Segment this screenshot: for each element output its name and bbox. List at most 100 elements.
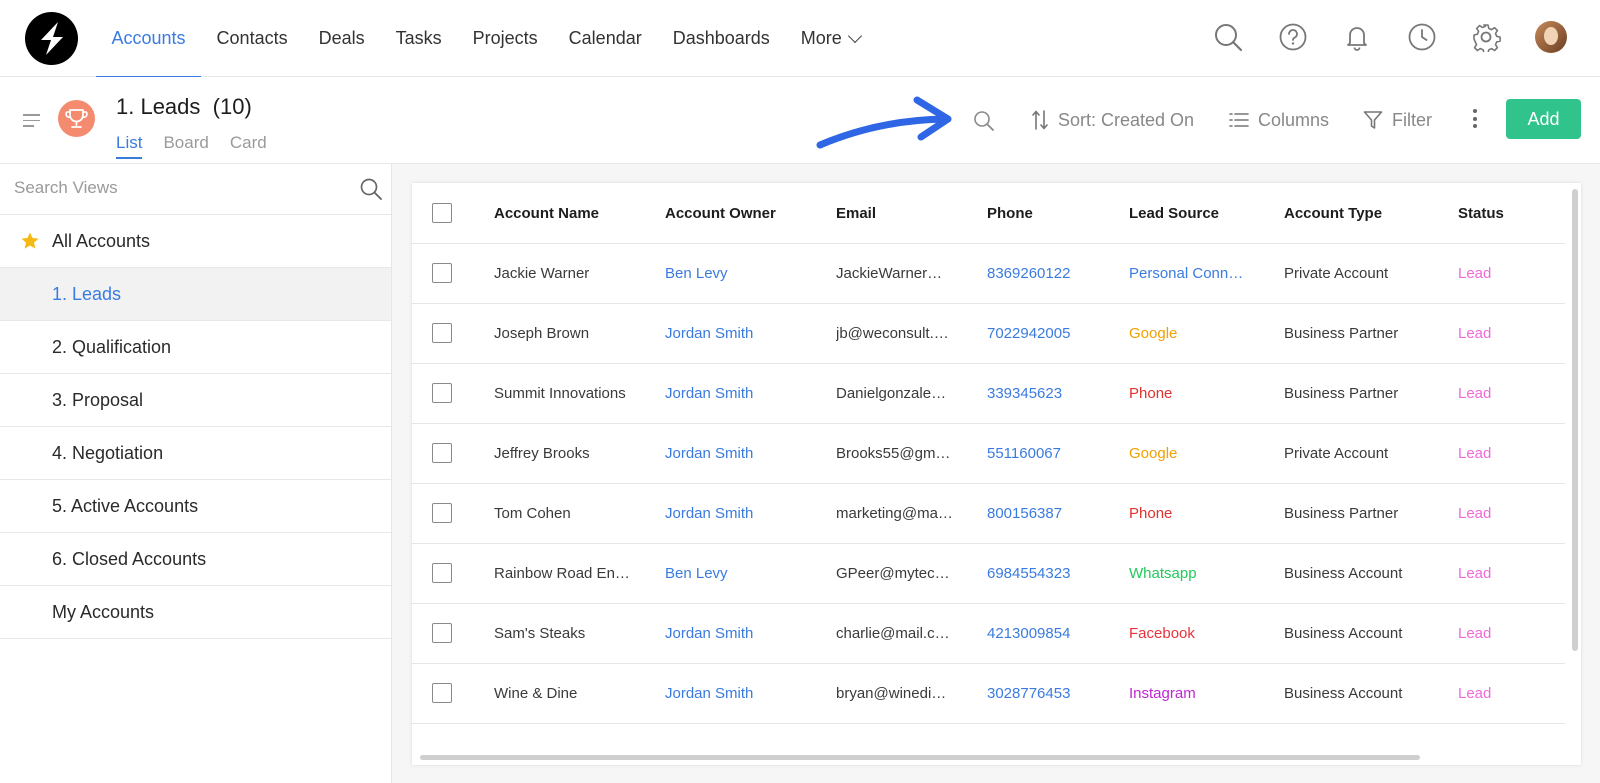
sidebar-item[interactable]: 4. Negotiation bbox=[0, 427, 391, 480]
sidebar-item[interactable]: 5. Active Accounts bbox=[0, 480, 391, 533]
row-checkbox[interactable] bbox=[432, 563, 452, 583]
row-checkbox[interactable] bbox=[432, 383, 452, 403]
column-header[interactable]: Status bbox=[1458, 183, 1548, 244]
tab-card[interactable]: Card bbox=[230, 133, 267, 159]
table-row[interactable]: Summit Innovations Jordan Smith Danielgonz… bbox=[412, 363, 1565, 424]
account-name-cell[interactable]: Tom Cohen bbox=[494, 483, 644, 544]
account-owner-cell[interactable]: Jordan Smith bbox=[665, 663, 815, 724]
account-owner-cell[interactable]: Ben Levy bbox=[665, 543, 815, 604]
email-cell: Brooks55@gm… bbox=[836, 445, 951, 462]
account-name-cell[interactable]: Wine & Dine bbox=[494, 663, 644, 724]
lead-source-cell: Personal Conn… bbox=[1129, 265, 1244, 282]
table-row[interactable]: Jeffrey Brooks Jordan Smith Brooks55@gm… 55… bbox=[412, 423, 1565, 484]
account-name-cell[interactable]: Jackie Warner bbox=[494, 243, 644, 304]
column-header[interactable]: Email bbox=[836, 183, 971, 244]
vertical-scrollbar[interactable] bbox=[1572, 189, 1578, 651]
sidebar-item[interactable]: 3. Proposal bbox=[0, 374, 391, 427]
account-type-cell: Private Account bbox=[1284, 265, 1389, 282]
clock-icon[interactable] bbox=[1407, 22, 1437, 52]
phone-cell[interactable]: 4213009854 bbox=[987, 603, 1117, 664]
account-owner-cell[interactable]: Jordan Smith bbox=[665, 483, 815, 544]
sort-button[interactable]: Sort: Created On bbox=[1031, 106, 1194, 134]
search-views-input[interactable]: Search Views bbox=[0, 164, 391, 215]
chevron-down-icon bbox=[847, 28, 862, 43]
help-icon[interactable] bbox=[1278, 22, 1308, 52]
row-checkbox[interactable] bbox=[432, 503, 452, 523]
table-row[interactable]: Jackie Warner Ben Levy JackieWarner… 836926… bbox=[412, 243, 1565, 304]
account-owner-cell[interactable]: Jordan Smith bbox=[665, 303, 815, 364]
sidebar-item[interactable]: My Accounts bbox=[0, 586, 391, 639]
account-owner-cell[interactable]: Jordan Smith bbox=[665, 603, 815, 664]
nav-item-projects[interactable]: Projects bbox=[457, 0, 553, 77]
menu-toggle-icon[interactable] bbox=[23, 114, 40, 131]
row-checkbox[interactable] bbox=[432, 623, 452, 643]
row-checkbox[interactable] bbox=[432, 263, 452, 283]
nav-item-tasks[interactable]: Tasks bbox=[380, 0, 457, 77]
view-header: 1. Leads (10) List Board Card bbox=[0, 77, 1600, 164]
lead-source-cell: Google bbox=[1129, 325, 1178, 342]
email-cell: GPeer@mytec… bbox=[836, 565, 950, 582]
account-owner-cell[interactable]: Jordan Smith bbox=[665, 363, 815, 424]
column-header[interactable]: Account Name bbox=[494, 183, 644, 244]
phone-cell[interactable]: 7022942005 bbox=[987, 303, 1117, 364]
bell-icon[interactable] bbox=[1342, 22, 1372, 52]
phone-cell[interactable]: 339345623 bbox=[987, 363, 1117, 424]
sidebar-item[interactable]: 1. Leads bbox=[0, 268, 391, 321]
lead-source-cell: Phone bbox=[1129, 385, 1173, 402]
table-row[interactable]: Rainbow Road En… Ben Levy GPeer@mytec… 6984… bbox=[412, 543, 1565, 604]
nav-item-dashboards[interactable]: Dashboards bbox=[657, 0, 785, 77]
account-name-cell[interactable]: Joseph Brown bbox=[494, 303, 644, 364]
table-row[interactable]: Tom Cohen Jordan Smith marketing@ma… 800156… bbox=[412, 483, 1565, 544]
nav-item-more[interactable]: More bbox=[785, 0, 875, 77]
table-row[interactable]: Sam's Steaks Jordan Smith charlie@mail.c… 4… bbox=[412, 603, 1565, 664]
account-name-cell[interactable]: Rainbow Road En… bbox=[494, 543, 644, 604]
lead-source-cell: Google bbox=[1129, 445, 1178, 462]
phone-cell[interactable]: 3028776453 bbox=[987, 663, 1117, 724]
email-cell: JackieWarner… bbox=[836, 265, 943, 282]
account-owner-cell[interactable]: Ben Levy bbox=[665, 243, 815, 304]
phone-cell[interactable]: 6984554323 bbox=[987, 543, 1117, 604]
row-checkbox[interactable] bbox=[432, 443, 452, 463]
tab-board[interactable]: Board bbox=[163, 133, 208, 159]
sidebar-item[interactable]: All Accounts bbox=[0, 215, 391, 268]
nav-item-deals[interactable]: Deals bbox=[303, 0, 380, 77]
logo-icon[interactable] bbox=[25, 12, 78, 65]
email-cell: Danielgonzale… bbox=[836, 385, 947, 402]
sidebar-item[interactable]: 2. Qualification bbox=[0, 321, 391, 374]
kebab-icon[interactable] bbox=[1470, 109, 1480, 131]
column-header[interactable]: Account Owner bbox=[665, 183, 815, 244]
search-icon[interactable] bbox=[1213, 22, 1243, 52]
horizontal-scrollbar[interactable] bbox=[420, 755, 1420, 760]
column-header[interactable]: Account Type bbox=[1284, 183, 1444, 244]
search-icon[interactable] bbox=[973, 110, 995, 132]
phone-cell[interactable]: 551160067 bbox=[987, 423, 1117, 484]
account-name-cell[interactable]: Sam's Steaks bbox=[494, 603, 644, 664]
columns-button[interactable]: Columns bbox=[1229, 106, 1329, 134]
table-row[interactable]: Wine & Dine Jordan Smith bryan@winedi… 3028… bbox=[412, 663, 1565, 724]
add-button[interactable]: Add bbox=[1506, 99, 1581, 139]
row-checkbox[interactable] bbox=[432, 683, 452, 703]
select-all-checkbox[interactable] bbox=[432, 203, 452, 223]
nav-item-contacts[interactable]: Contacts bbox=[201, 0, 303, 77]
column-header[interactable]: Phone bbox=[987, 183, 1117, 244]
lead-source-cell: Whatsapp bbox=[1129, 565, 1197, 582]
avatar[interactable] bbox=[1535, 21, 1567, 53]
row-checkbox[interactable] bbox=[432, 323, 452, 343]
account-type-cell: Private Account bbox=[1284, 445, 1389, 462]
phone-cell[interactable]: 8369260122 bbox=[987, 243, 1117, 304]
search-icon[interactable] bbox=[359, 177, 383, 201]
account-name-cell[interactable]: Jeffrey Brooks bbox=[494, 423, 644, 484]
column-header[interactable]: Lead Source bbox=[1129, 183, 1264, 244]
table-row[interactable]: Joseph Brown Jordan Smith jb@weconsult.… 70… bbox=[412, 303, 1565, 364]
gear-icon[interactable] bbox=[1471, 22, 1501, 54]
status-cell: Lead bbox=[1458, 505, 1492, 522]
sidebar-item[interactable]: 6. Closed Accounts bbox=[0, 533, 391, 586]
nav-item-accounts[interactable]: Accounts bbox=[96, 0, 202, 78]
account-name-cell[interactable]: Summit Innovations bbox=[494, 363, 644, 424]
filter-button[interactable]: Filter bbox=[1363, 106, 1432, 134]
sidebar-item-label: 3. Proposal bbox=[52, 389, 144, 410]
account-owner-cell[interactable]: Jordan Smith bbox=[665, 423, 815, 484]
nav-item-calendar[interactable]: Calendar bbox=[553, 0, 657, 77]
tab-list[interactable]: List bbox=[116, 133, 143, 159]
phone-cell[interactable]: 800156387 bbox=[987, 483, 1117, 544]
